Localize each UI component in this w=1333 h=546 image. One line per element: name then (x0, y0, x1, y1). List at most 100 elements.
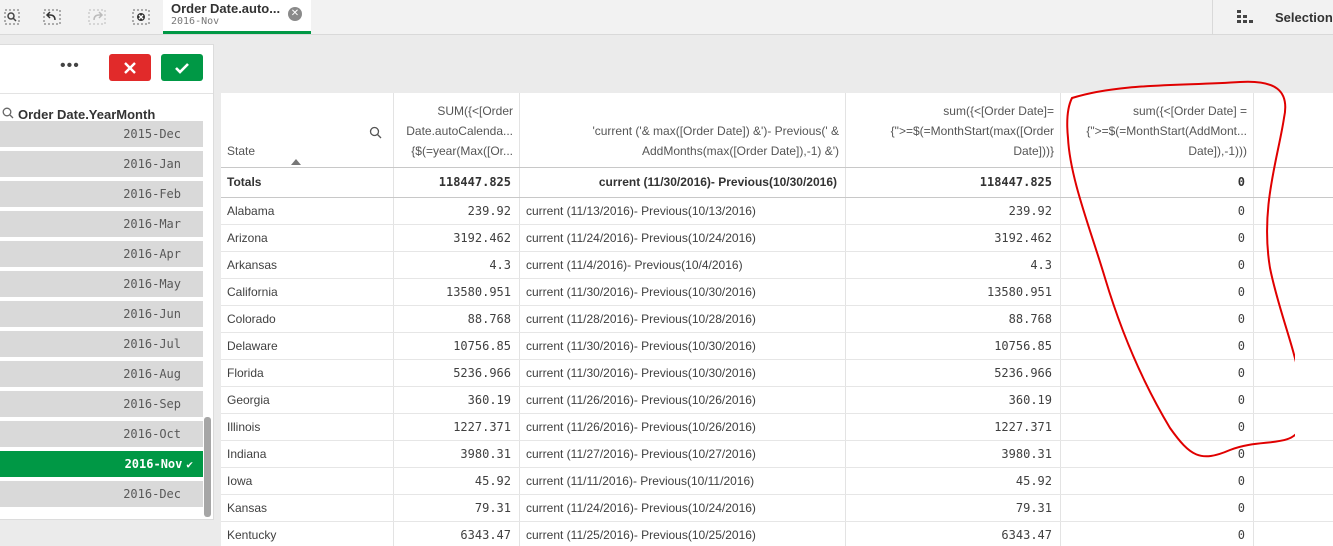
totals-row: Totals 118447.825 current (11/30/2016)- Pr… (221, 168, 1333, 198)
cell-sum-monthstart: 4.3 (846, 252, 1061, 278)
cell-sum-monthstart: 5236.966 (846, 360, 1061, 386)
search-icon (2, 107, 14, 122)
table-row: Kansas 79.31 current (11/24/2016)- Previou… (221, 495, 1333, 522)
selections-toolbar: Order Date.auto... 2016-Nov ✕ Selections (0, 0, 1333, 35)
table-row: Colorado 88.768 current (11/28/2016)- Prev… (221, 306, 1333, 333)
cell-sum-monthstart: 1227.371 (846, 414, 1061, 440)
cell-state[interactable]: Indiana (221, 441, 394, 467)
cell-current-previous: current (11/30/2016)- Previous(10/30/201… (520, 360, 846, 386)
column-header-label: 'current ('& max([Order Date]) &')- Prev… (592, 124, 839, 158)
cell-state[interactable]: Kansas (221, 495, 394, 521)
cell-sum-autocalendar: 118447.825 (394, 168, 520, 197)
cell-sum-monthstart: 6343.47 (846, 522, 1061, 546)
cell-sum-monthstart: 45.92 (846, 468, 1061, 494)
selection-item-order-date[interactable]: Order Date.auto... 2016-Nov ✕ (163, 0, 311, 34)
selection-field-name: Order Date.auto... (171, 1, 281, 16)
listbox-item[interactable]: 2015-Dec (0, 121, 203, 149)
cell-sum-addmonths: 0 (1061, 333, 1254, 359)
cell-sum-addmonths: 0 (1061, 198, 1254, 224)
column-header-sum-autocalendar[interactable]: SUM({<[Order Date.autoCalenda... {$(=year(… (394, 93, 520, 167)
cell-state[interactable]: Arizona (221, 225, 394, 251)
cell-sum-monthstart: 79.31 (846, 495, 1061, 521)
listbox-toolbar: ••• (0, 45, 213, 94)
cell-sum-monthstart: 3980.31 (846, 441, 1061, 467)
table-row: Georgia 360.19 current (11/26/2016)- Previ… (221, 387, 1333, 414)
cell-empty (1254, 279, 1333, 305)
listbox-item[interactable]: 2016-Jul (0, 331, 203, 359)
cell-sum-monthstart: 360.19 (846, 387, 1061, 413)
cell-sum-addmonths: 0 (1061, 414, 1254, 440)
check-icon: ✔ (186, 458, 193, 471)
cell-state[interactable]: Florida (221, 360, 394, 386)
clear-all-selections-icon[interactable] (129, 6, 153, 28)
cell-current-previous: current (11/26/2016)- Previous(10/26/201… (520, 387, 846, 413)
smart-search-icon[interactable] (0, 6, 24, 28)
listbox-item[interactable]: 2016-Apr (0, 241, 203, 269)
column-header-label: sum({<[Order Date] = {">=$(=MonthStart(Ad… (1086, 104, 1247, 158)
cell-state[interactable]: Georgia (221, 387, 394, 413)
selections-panel-toggle[interactable]: Selections (1212, 0, 1333, 34)
cell-empty (1254, 495, 1333, 521)
cell-state[interactable]: Delaware (221, 333, 394, 359)
cell-empty (1254, 333, 1333, 359)
listbox-item[interactable]: 2016-May (0, 271, 203, 299)
table-row: Arizona 3192.462 current (11/24/2016)- Pre… (221, 225, 1333, 252)
column-header-label: State (227, 144, 256, 158)
cell-state[interactable]: Kentucky (221, 522, 394, 546)
cell-current-previous: current (11/25/2016)- Previous(10/25/201… (520, 522, 846, 546)
column-header-current-previous[interactable]: 'current ('& max([Order Date]) &')- Prev… (520, 93, 846, 167)
column-header-state[interactable]: State (221, 93, 394, 167)
step-back-icon[interactable] (40, 6, 64, 28)
cell-current-previous: current (11/30/2016)- Previous(10/30/201… (520, 333, 846, 359)
listbox-item-label: 2016-Feb (123, 187, 181, 201)
listbox-item-label: 2016-Dec (123, 487, 181, 501)
listbox-item[interactable]: 2016-Dec (0, 481, 203, 509)
cancel-selection-button[interactable] (109, 54, 151, 81)
cell-state[interactable]: California (221, 279, 394, 305)
listbox-item-label: 2015-Dec (123, 127, 181, 141)
cell-sum-addmonths: 0 (1061, 387, 1254, 413)
cell-state[interactable]: Arkansas (221, 252, 394, 278)
search-icon[interactable] (369, 126, 382, 142)
listbox-item[interactable]: 2016-Mar (0, 211, 203, 239)
listbox-scrollbar[interactable] (204, 417, 211, 517)
cell-empty (1254, 468, 1333, 494)
listbox-item[interactable]: 2016-Aug (0, 361, 203, 389)
cell-current-previous: current (11/26/2016)- Previous(10/26/201… (520, 414, 846, 440)
listbox-item[interactable]: 2016-Oct (0, 421, 203, 449)
cell-current-previous: current (11/27/2016)- Previous(10/27/201… (520, 441, 846, 467)
cell-sum-monthstart: 239.92 (846, 198, 1061, 224)
cell-sum-autocalendar: 4.3 (394, 252, 520, 278)
column-header-sum-monthstart[interactable]: sum({<[Order Date]= {">=$(=MonthStart(max… (846, 93, 1061, 167)
clear-selection-icon[interactable]: ✕ (288, 7, 302, 21)
field-listbox: ••• Order Date.YearMonth 2015-Dec 2016-Ja… (0, 44, 214, 520)
column-header-sum-addmonths[interactable]: sum({<[Order Date] = {">=$(=MonthStart(Ad… (1061, 93, 1254, 167)
step-forward-icon[interactable] (85, 6, 109, 28)
listbox-item-selected[interactable]: 2016-Nov ✔ (0, 451, 203, 479)
cell-sum-addmonths: 0 (1061, 168, 1254, 197)
confirm-selection-button[interactable] (161, 54, 203, 81)
cell-sum-autocalendar: 79.31 (394, 495, 520, 521)
cell-current-previous: current (11/28/2016)- Previous(10/28/201… (520, 306, 846, 332)
listbox-item-label: 2016-Jun (123, 307, 181, 321)
cell-state[interactable]: Illinois (221, 414, 394, 440)
cell-sum-addmonths: 0 (1061, 306, 1254, 332)
cell-state[interactable]: Alabama (221, 198, 394, 224)
cell-empty (1254, 441, 1333, 467)
cell-state[interactable]: Iowa (221, 468, 394, 494)
listbox-item[interactable]: 2016-Jun (0, 301, 203, 329)
cell-current-previous: current (11/4/2016)- Previous(10/4/2016) (520, 252, 846, 278)
cell-sum-autocalendar: 3980.31 (394, 441, 520, 467)
listbox-field-title: Order Date.YearMonth (18, 107, 156, 122)
cell-empty (1254, 225, 1333, 251)
cell-empty (1254, 198, 1333, 224)
listbox-item[interactable]: 2016-Jan (0, 151, 203, 179)
cell-state[interactable]: Colorado (221, 306, 394, 332)
listbox-item-label: 2016-Jan (123, 157, 181, 171)
more-options-icon[interactable]: ••• (60, 57, 80, 75)
listbox-item[interactable]: 2016-Sep (0, 391, 203, 419)
listbox-item-label: 2016-Mar (123, 217, 181, 231)
cell-state[interactable]: Totals (221, 168, 394, 197)
listbox-item[interactable]: 2016-Feb (0, 181, 203, 209)
selections-label: Selections (1275, 10, 1333, 25)
